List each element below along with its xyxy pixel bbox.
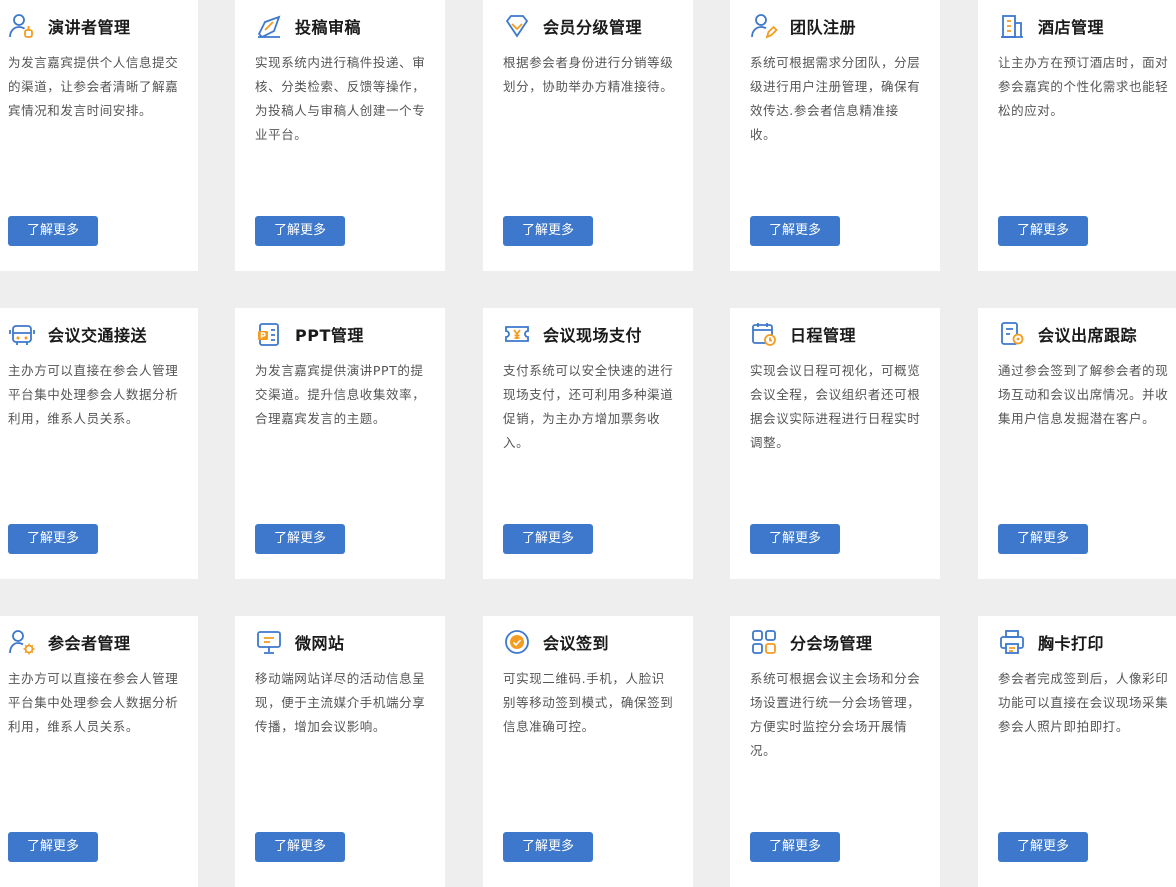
feature-card: 胸卡打印 参会者完成签到后，人像彩印功能可以直接在会议现场采集参会人照片即拍即打… (978, 616, 1176, 887)
card-header: 胸卡打印 (998, 627, 1104, 657)
learn-more-button[interactable]: 了解更多 (255, 524, 345, 554)
feature-card: 参会者管理 主办方可以直接在参会人管理平台集中处理参会人数据分析利用，维系人员关… (0, 616, 198, 887)
ppt-icon (255, 320, 283, 348)
card-title: 日程管理 (790, 326, 857, 345)
feature-card: PPT管理 为发言嘉宾提供演讲PPT的提交渠道。提升信息收集效率，合理嘉宾发言的… (235, 308, 445, 579)
card-title: PPT管理 (295, 326, 364, 345)
card-header: 会议签到 (503, 627, 609, 657)
card-title: 会议现场支付 (543, 326, 643, 345)
card-header: 微网站 (255, 627, 345, 657)
card-description: 参会者完成签到后，人像彩印功能可以直接在会议现场采集参会人照片即拍即打。 (998, 671, 1169, 734)
feature-card: 分会场管理 系统可根据会议主会场和分会场设置进行统一分会场管理，方便实时监控分会… (730, 616, 940, 887)
card-header: 演讲者管理 (8, 11, 131, 41)
learn-more-button[interactable]: 了解更多 (503, 832, 593, 862)
card-description: 支付系统可以安全快速的进行现场支付，还可利用多种渠道促销，为主办方增加票务收入。 (503, 363, 674, 450)
card-title: 会议签到 (543, 634, 610, 653)
learn-more-button[interactable]: 了解更多 (998, 216, 1088, 246)
learn-more-button[interactable]: 了解更多 (503, 524, 593, 554)
calendar-icon (750, 320, 778, 348)
learn-more-button[interactable]: 了解更多 (998, 524, 1088, 554)
card-description: 系统可根据需求分团队，分层级进行用户注册管理，确保有效传达.参会者信息精准接收。 (750, 55, 921, 142)
card-header: PPT管理 (255, 319, 364, 349)
learn-more-button[interactable]: 了解更多 (503, 216, 593, 246)
card-header: 分会场管理 (750, 627, 873, 657)
feature-card: 酒店管理 让主办方在预订酒店时，面对参会嘉宾的个性化需求也能轻松的应对。 了解更… (978, 0, 1176, 271)
card-header: 会议交通接送 (8, 319, 147, 349)
diamond-icon (503, 12, 531, 40)
card-title: 参会者管理 (48, 634, 131, 653)
feature-card: 会议交通接送 主办方可以直接在参会人管理平台集中处理参会人数据分析利用，维系人员… (0, 308, 198, 579)
attendance-icon (998, 320, 1026, 348)
card-header: 团队注册 (750, 11, 856, 41)
feature-card: 演讲者管理 为发言嘉宾提供个人信息提交的渠道，让参会者清晰了解嘉宾情况和发言时间… (0, 0, 198, 271)
card-header: 日程管理 (750, 319, 856, 349)
card-title: 微网站 (295, 634, 345, 653)
learn-more-button[interactable]: 了解更多 (255, 832, 345, 862)
card-title: 投稿审稿 (295, 18, 362, 37)
feature-card: 微网站 移动端网站详尽的活动信息呈现，便于主流媒介手机端分享传播，增加会议影响。… (235, 616, 445, 887)
hotel-icon (998, 12, 1026, 40)
bus-icon (8, 320, 36, 348)
card-title: 会议交通接送 (48, 326, 148, 345)
card-header: 投稿审稿 (255, 11, 361, 41)
card-title: 分会场管理 (790, 634, 873, 653)
learn-more-button[interactable]: 了解更多 (750, 832, 840, 862)
learn-more-button[interactable]: 了解更多 (998, 832, 1088, 862)
card-title: 会员分级管理 (543, 18, 643, 37)
printer-icon (998, 628, 1026, 656)
feature-card: 日程管理 实现会议日程可视化，可概览会议全程，会议组织者还可根据会议实际进程进行… (730, 308, 940, 579)
signin-icon (503, 628, 531, 656)
learn-more-button[interactable]: 了解更多 (8, 832, 98, 862)
feature-card: 会议出席跟踪 通过参会签到了解参会者的现场互动和会议出席情况。并收集用户信息发掘… (978, 308, 1176, 579)
card-header: 会议出席跟踪 (998, 319, 1137, 349)
card-title: 演讲者管理 (48, 18, 131, 37)
card-description: 为发言嘉宾提供个人信息提交的渠道，让参会者清晰了解嘉宾情况和发言时间安排。 (8, 55, 179, 118)
learn-more-button[interactable]: 了解更多 (8, 524, 98, 554)
card-description: 通过参会签到了解参会者的现场互动和会议出席情况。并收集用户信息发掘潜在客户。 (998, 363, 1169, 426)
card-title: 会议出席跟踪 (1038, 326, 1138, 345)
ticket-pay-icon (503, 320, 531, 348)
card-description: 实现系统内进行稿件投递、审核、分类检索、反馈等操作，为投稿人与审稿人创建一个专业… (255, 55, 426, 142)
feature-card: 会议现场支付 支付系统可以安全快速的进行现场支付，还可利用多种渠道促销，为主办方… (483, 308, 693, 579)
card-title: 胸卡打印 (1038, 634, 1105, 653)
team-register-icon (750, 12, 778, 40)
card-header: 会议现场支付 (503, 319, 642, 349)
card-description: 主办方可以直接在参会人管理平台集中处理参会人数据分析利用，维系人员关系。 (8, 363, 179, 426)
attendee-settings-icon (8, 628, 36, 656)
feature-card: 会员分级管理 根据参会者身份进行分销等级划分，协助举办方精准接待。 了解更多 (483, 0, 693, 271)
card-description: 可实现二维码.手机，人脸识别等移动签到模式，确保签到信息准确可控。 (503, 671, 674, 734)
card-header: 酒店管理 (998, 11, 1104, 41)
learn-more-button[interactable]: 了解更多 (750, 216, 840, 246)
card-header: 会员分级管理 (503, 11, 642, 41)
card-title: 团队注册 (790, 18, 857, 37)
feature-card: 团队注册 系统可根据需求分团队，分层级进行用户注册管理，确保有效传达.参会者信息… (730, 0, 940, 271)
card-description: 主办方可以直接在参会人管理平台集中处理参会人数据分析利用，维系人员关系。 (8, 671, 179, 734)
card-title: 酒店管理 (1038, 18, 1105, 37)
learn-more-button[interactable]: 了解更多 (8, 216, 98, 246)
card-description: 为发言嘉宾提供演讲PPT的提交渠道。提升信息收集效率，合理嘉宾发言的主题。 (255, 363, 426, 426)
speaker-icon (8, 12, 36, 40)
card-description: 移动端网站详尽的活动信息呈现，便于主流媒介手机端分享传播，增加会议影响。 (255, 671, 426, 734)
monitor-icon (255, 628, 283, 656)
learn-more-button[interactable]: 了解更多 (255, 216, 345, 246)
feature-card: 会议签到 可实现二维码.手机，人脸识别等移动签到模式，确保签到信息准确可控。 了… (483, 616, 693, 887)
card-header: 参会者管理 (8, 627, 131, 657)
card-description: 让主办方在预订酒店时，面对参会嘉宾的个性化需求也能轻松的应对。 (998, 55, 1169, 118)
feature-card: 投稿审稿 实现系统内进行稿件投递、审核、分类检索、反馈等操作，为投稿人与审稿人创… (235, 0, 445, 271)
card-description: 系统可根据会议主会场和分会场设置进行统一分会场管理，方便实时监控分会场开展情况。 (750, 671, 921, 758)
card-description: 实现会议日程可视化，可概览会议全程，会议组织者还可根据会议实际进程进行日程实时调… (750, 363, 921, 450)
submission-icon (255, 12, 283, 40)
learn-more-button[interactable]: 了解更多 (750, 524, 840, 554)
grid-icon (750, 628, 778, 656)
card-description: 根据参会者身份进行分销等级划分，协助举办方精准接待。 (503, 55, 674, 94)
